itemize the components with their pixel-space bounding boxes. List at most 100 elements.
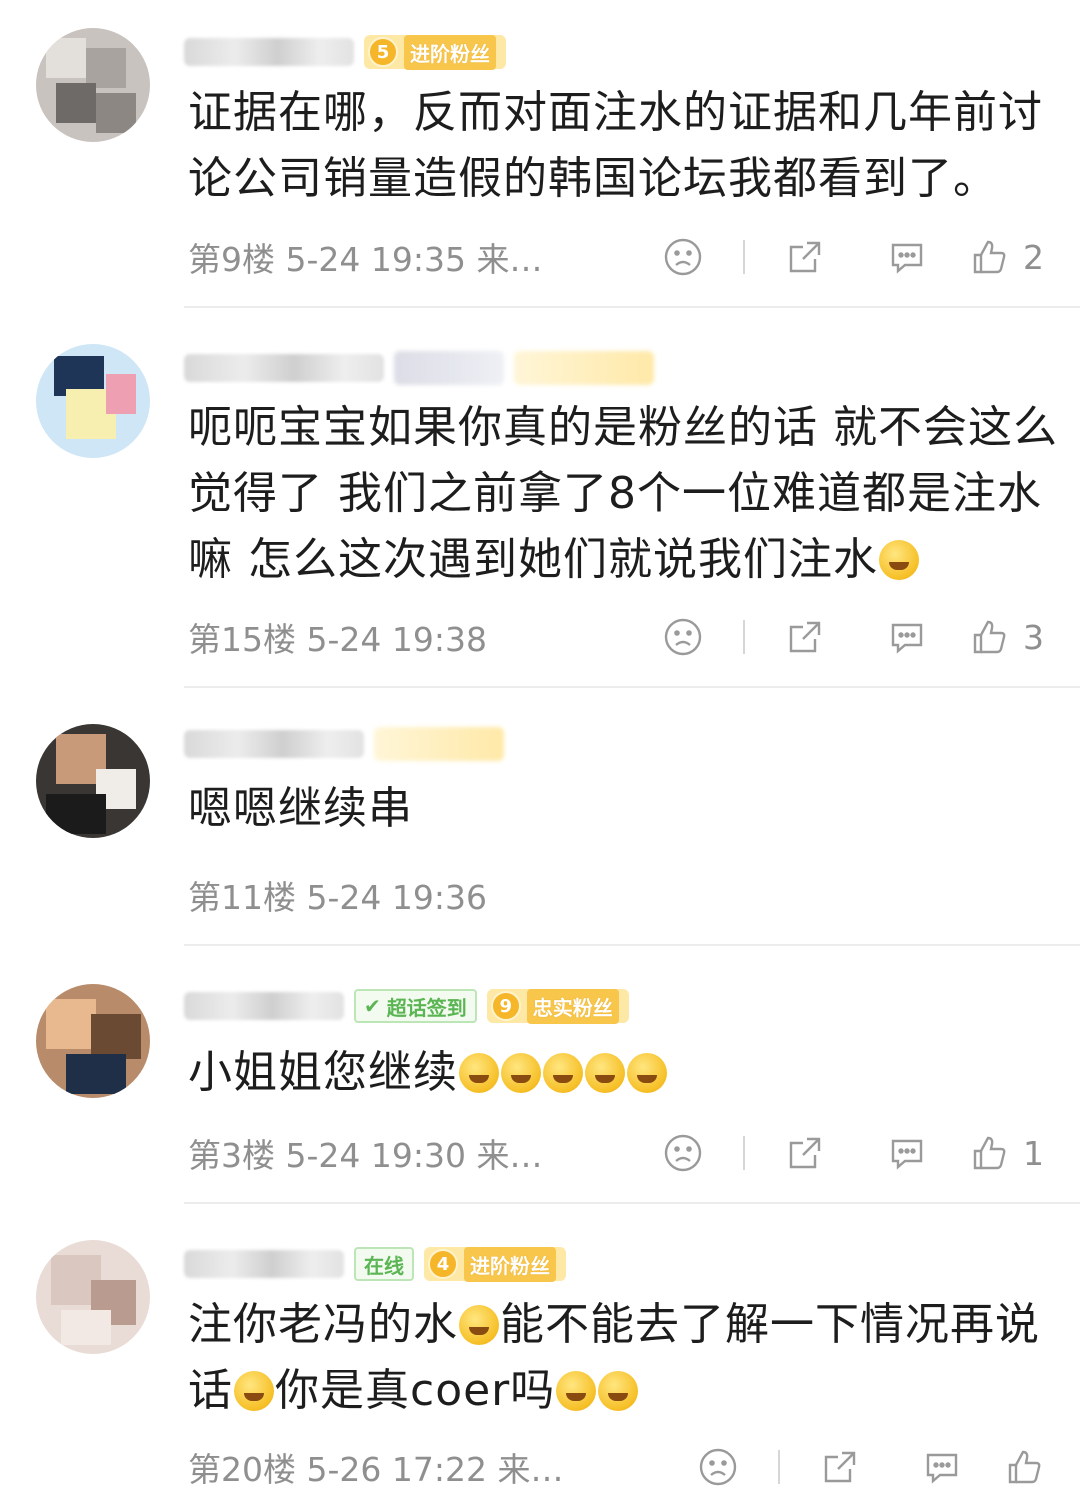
- sad-face-icon: [664, 238, 702, 276]
- floor-number: 第20楼: [188, 1450, 296, 1489]
- divider: [743, 240, 745, 274]
- thumbs-up-icon: [973, 240, 1006, 274]
- timestamp: 5-24 19:36: [306, 878, 488, 917]
- separator: [184, 306, 1080, 308]
- fan-badge[interactable]: 5 进阶粉丝: [364, 34, 506, 70]
- like-button[interactable]: 1: [969, 1133, 1044, 1173]
- username[interactable]: [184, 730, 364, 758]
- cheeky-emoji-icon: [585, 1053, 625, 1093]
- divider: [743, 620, 745, 654]
- laugh-cry-emoji-icon: [598, 1371, 639, 1411]
- timestamp: 5-26 17:22: [306, 1450, 488, 1489]
- source: 来…: [476, 1136, 543, 1175]
- like-button[interactable]: [1004, 1447, 1044, 1487]
- sad-face-icon: [664, 1134, 702, 1172]
- comment-icon: [891, 1139, 923, 1170]
- dislike-button[interactable]: [678, 1442, 758, 1492]
- divider: [778, 1450, 780, 1484]
- check-icon: ✔: [364, 994, 381, 1018]
- username[interactable]: [184, 992, 344, 1020]
- separator: [184, 686, 1080, 688]
- badge-level: 4: [428, 1249, 458, 1279]
- thumbs-up-icon: [973, 1136, 1006, 1170]
- reply-button[interactable]: [902, 1442, 982, 1492]
- cheeky-emoji-icon: [459, 1053, 499, 1093]
- laugh-cry-emoji-icon: [879, 540, 919, 580]
- comment-text: 注你老冯的水 能不能去了解一下情况再说话 你是真coer吗: [188, 1292, 1058, 1424]
- comment-text: 呃呃宝宝如果你真的是粉丝的话 就不会这么觉得了 我们之前拿了8个一位难道都是注水…: [188, 395, 1058, 593]
- separator: [184, 1202, 1080, 1204]
- badge-label: 进阶粉丝: [404, 34, 496, 70]
- badge-label: 超话签到: [386, 995, 467, 1020]
- floor-number: 第15楼: [188, 620, 296, 659]
- dislike-button[interactable]: [643, 1128, 723, 1178]
- comment-meta: 第15楼 5-24 19:38: [188, 613, 643, 661]
- share-button[interactable]: [800, 1442, 880, 1492]
- thumbs-up-icon: [1008, 1450, 1041, 1484]
- reply-button[interactable]: [867, 232, 947, 282]
- share-icon: [824, 1451, 856, 1483]
- badge-level: 5: [368, 37, 398, 67]
- comment-icon: [891, 243, 923, 274]
- share-button[interactable]: [765, 1128, 845, 1178]
- share-icon: [789, 241, 821, 273]
- divider: [743, 1136, 745, 1170]
- fan-badge[interactable]: 4 进阶粉丝: [424, 1246, 566, 1282]
- like-button[interactable]: 2: [969, 237, 1044, 277]
- username[interactable]: [184, 38, 354, 66]
- username[interactable]: [184, 354, 384, 382]
- sad-face-icon: [664, 618, 702, 656]
- badge-label: 在线: [364, 1253, 404, 1278]
- blurred-badge: [374, 727, 504, 761]
- comment-text: 小姐姐您继续: [188, 1040, 1058, 1106]
- badge-level: 9: [490, 991, 521, 1021]
- sad-face-icon: [699, 1448, 737, 1486]
- online-badge[interactable]: 在线: [354, 1247, 414, 1281]
- share-icon: [789, 1137, 821, 1169]
- floor-number: 第3楼: [188, 1136, 275, 1175]
- reply-button[interactable]: [867, 1128, 947, 1178]
- timestamp: 5-24 19:38: [306, 620, 488, 659]
- like-count: 2: [1023, 237, 1044, 277]
- like-count: 1: [1023, 1133, 1044, 1173]
- laugh-cry-emoji-icon: [556, 1371, 597, 1411]
- badge-label: 忠实粉丝: [526, 988, 619, 1024]
- timestamp: 5-24 19:35: [285, 240, 467, 279]
- like-button[interactable]: 3: [969, 617, 1044, 657]
- source: 来…: [476, 240, 543, 279]
- avatar[interactable]: [36, 724, 150, 838]
- reply-button[interactable]: [867, 612, 947, 662]
- source: 来…: [497, 1450, 564, 1489]
- check-in-badge[interactable]: ✔ 超话签到: [354, 989, 477, 1023]
- avatar[interactable]: [36, 984, 150, 1098]
- avatar[interactable]: [36, 1240, 150, 1354]
- cheeky-emoji-icon: [501, 1053, 541, 1093]
- comment-text-body: 呃呃宝宝如果你真的是粉丝的话 就不会这么觉得了 我们之前拿了8个一位难道都是注水…: [188, 402, 1058, 585]
- blurred-badge: [394, 351, 504, 385]
- comment-text: 嗯嗯继续串: [188, 783, 413, 834]
- share-icon: [789, 621, 821, 653]
- comment-text-body: 小姐姐您继续: [188, 1047, 458, 1098]
- avatar[interactable]: [36, 28, 150, 142]
- comment-meta: 第9楼 5-24 19:35 来…: [188, 233, 643, 281]
- username[interactable]: [184, 1250, 344, 1278]
- comment-icon: [926, 1453, 958, 1484]
- floor-number: 第9楼: [188, 240, 275, 279]
- comment-text-body: 注你老冯的水: [188, 1299, 458, 1350]
- comment-meta: 第20楼 5-26 17:22 来…: [188, 1443, 678, 1491]
- blurred-badge: [514, 351, 654, 385]
- share-button[interactable]: [765, 232, 845, 282]
- comment-meta: 第11楼 5-24 19:36: [188, 871, 1044, 919]
- avatar[interactable]: [36, 344, 150, 458]
- fan-badge[interactable]: 9 忠实粉丝: [486, 988, 629, 1024]
- dislike-button[interactable]: [643, 232, 723, 282]
- thumbs-up-icon: [973, 620, 1006, 654]
- timestamp: 5-24 19:30: [285, 1136, 467, 1175]
- dislike-button[interactable]: [643, 612, 723, 662]
- floor-number: 第11楼: [188, 878, 296, 917]
- comment-text-body: 你是真coer吗: [275, 1365, 556, 1416]
- badge-label: 进阶粉丝: [464, 1246, 556, 1282]
- puzzled-emoji-icon: [459, 1305, 499, 1345]
- comment-meta: 第3楼 5-24 19:30 来…: [188, 1129, 643, 1177]
- share-button[interactable]: [765, 612, 845, 662]
